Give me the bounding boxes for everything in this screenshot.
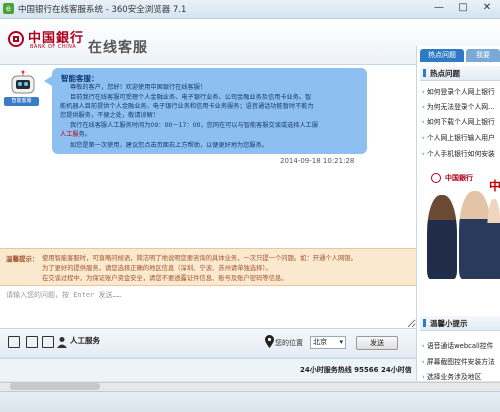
tips-title: 温馨小提示 [430,319,468,328]
header-accent [423,69,426,77]
file-icon[interactable] [42,336,54,348]
close-button[interactable]: ✕ [476,0,498,16]
bank-name-en: BANK OF CHINA [30,44,77,50]
hot-question-item[interactable]: 为何无法登录个人网... [422,101,500,111]
message-text: 务。 [78,131,91,138]
location-pin-icon [265,335,274,348]
notice-line: 为了更好的提供服务，请您选择正确的地区信息（深圳、宁波、苏州请单独选择）。 [42,265,272,272]
maximize-button[interactable]: □ [452,0,474,16]
tip-item[interactable]: 语音通话webcall控件 [422,340,500,350]
message-text: 我行在线客服人工服务时间为09：00－17：00，您同在可以与智能客服交谈或选择… [70,122,319,129]
browser-status-bar [0,391,500,412]
human-service-link[interactable]: 人工服 [60,131,79,138]
message-line: 您提供服务，不便之处，敬请谅解！ [60,112,159,119]
hot-question-item[interactable]: 如何下载个人网上银行 [422,116,500,126]
tip-item[interactable]: 选择业务涉及地区 [422,371,500,381]
tab-hot-questions[interactable]: 热点问题 [420,49,464,62]
message-line: 人工服务。 [60,131,91,139]
hot-questions-title: 热点问题 [430,69,460,78]
hot-questions-header: 热点问题 [420,66,500,81]
hot-question-item[interactable]: 个人手机银行如何安装 [422,148,500,158]
message-line: 我行在线客服人工服务时间为09：00－17：00，您同在可以与智能客服交谈或选择… [70,122,318,130]
message-input[interactable] [0,286,416,328]
location-label: 您的位置 [275,339,303,347]
city-select[interactable]: 北京 [310,336,346,349]
tab-other[interactable]: 我要 [466,49,500,62]
tips-notice: 温馨提示： 使用智能客服时，可直略问候语，简洁明了地说明您要咨询的具体业务，一次… [0,248,416,286]
notice-line: 使用智能客服时，可直略问候语，简洁明了地说明您要咨询的具体业务，一次只提一个问题… [42,255,357,262]
screenshot-icon[interactable] [8,336,20,348]
message-timestamp: 2014-09-18 10:21:28 [280,157,355,165]
message-line: 如您是第一次使用，建议您点击页面右上方帮助，以便更好地为您服务。 [70,142,268,150]
hot-question-item[interactable]: 个人网上银行输入用户 [422,132,500,142]
person-image [487,199,500,279]
person-icon[interactable] [56,336,68,348]
text-format-icon[interactable] [26,336,38,348]
bank-logo-icon [431,173,441,183]
robot-caption: 智能客服 [4,97,39,106]
promo-banner[interactable]: 中国銀行 中 [421,167,500,279]
message-sender: 智能客服： [61,74,99,83]
window-title: 中国银行在线客服系统 - 360安全浏览器 7.1 [18,5,187,15]
notice-line: 在交谈过程中，为保证账户资金安全，请您不要透露证件信息、账号及账户密码等信息。 [42,275,288,282]
tip-item[interactable]: 屏幕截图控件安装方法 [422,356,500,366]
scrollbar-thumb[interactable] [10,383,100,390]
bubble-tail [44,76,52,86]
banner-bank-name: 中国銀行 [445,174,473,182]
human-service-button[interactable]: 人工服务 [70,335,100,346]
message-line: 尊敬的客户，您好！欢迎使用中国银行在线客服！ [70,84,207,91]
minimize-button[interactable]: — [428,0,450,16]
notice-label: 温馨提示： [6,255,39,263]
hot-question-item[interactable]: 如何登录个人网上银行 [422,86,500,96]
window-title-bar: e 中国银行在线客服系统 - 360安全浏览器 7.1 — □ ✕ [0,0,500,19]
message-line: 目前我行在线客服可受理个人金融业务、电子银行业务、公司金融业务及信用卡业务。智 [70,94,312,101]
chat-message-bubble: 智能客服： 尊敬的客户，您好！欢迎使用中国银行在线客服！ 目前我行在线客服可受理… [52,68,367,154]
message-text: 如您是第一次使用，建议您点击页面右上方帮助，以便更好地为您服务。 [70,142,268,149]
browser-icon: e [3,3,14,14]
tips-header: 温馨小提示 [420,316,500,331]
header-accent [423,319,426,327]
hotline-text: 24小时服务热线 95566 24小时信 [300,366,412,374]
banner-big-char: 中 [489,179,500,193]
message-line: 能机器人目前提供个人金融业务、电子银行业务和信用卡业务服务；语音通话功能暂时不能… [60,103,314,110]
bank-logo-icon [8,31,24,47]
page-title: 在线客服 [88,40,148,56]
person-image [427,195,457,279]
robot-avatar-icon [11,70,35,94]
send-button[interactable]: 发送 [356,336,398,350]
